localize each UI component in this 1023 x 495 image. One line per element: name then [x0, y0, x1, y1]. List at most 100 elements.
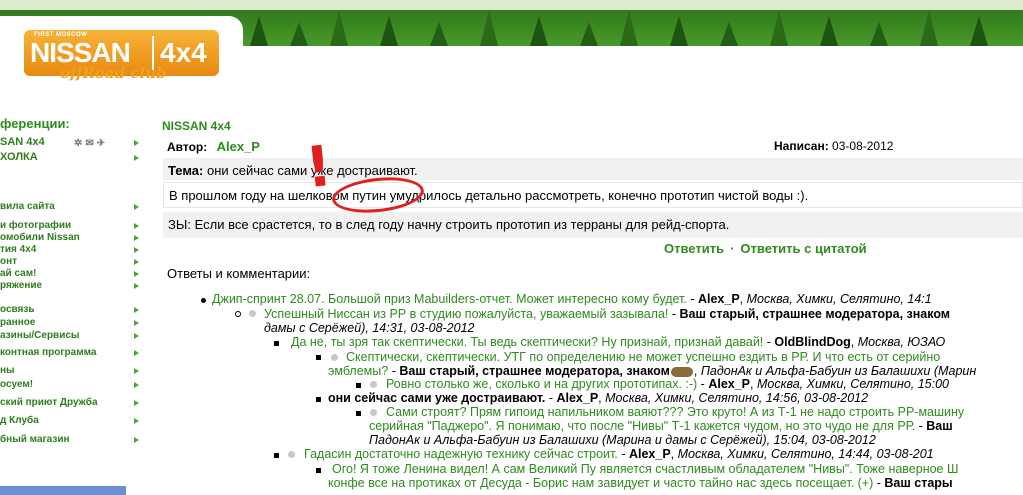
- bullet-square-icon: [316, 355, 321, 360]
- comment-meta-line: дамы с Серёжей), 14:31, 03-08-2012: [264, 321, 475, 336]
- header-sky: [0, 0, 1023, 10]
- tree-decoration: [870, 22, 888, 46]
- sidebar-item[interactable]: ны: [0, 365, 15, 376]
- reply-link[interactable]: Ответить: [664, 241, 724, 256]
- tree-decoration: [970, 16, 988, 46]
- post-date-row: Написан: 03-08-2012: [774, 139, 893, 153]
- tree-decoration: [380, 16, 398, 46]
- comment-meta: Москва, ЮЗАО: [857, 335, 946, 349]
- date-label: Написан:: [774, 139, 829, 153]
- tree-decoration: [620, 10, 638, 46]
- sidebar-item[interactable]: ранное: [0, 317, 35, 328]
- chevron-right-icon: [134, 350, 139, 356]
- comment-meta: ПадонАк и Альфа-Бабуин из Балашихи (Мари…: [700, 364, 977, 378]
- tree-decoration: [720, 22, 738, 46]
- comment-meta: Москва, Химки, Селятино, 14:44, 03-08-20…: [677, 447, 934, 461]
- tree-decoration: [820, 16, 838, 46]
- sidebar-title: ференции:: [0, 116, 70, 131]
- sidebar-item[interactable]: тия 4x4: [0, 244, 36, 255]
- read-status-icon: [249, 310, 256, 317]
- comment-author[interactable]: Ваш старый, страшнее модератора, знаком: [399, 364, 670, 378]
- comment-link[interactable]: Да не, ты зря так скептически. Ты ведь с…: [291, 335, 763, 349]
- comment-item-continued: конфе все на протиках от Десуда - Борис …: [328, 476, 953, 490]
- bullet-square-icon: [316, 397, 321, 402]
- reply-links: Ответить · Ответить с цитатой: [664, 241, 867, 256]
- forum-section-title[interactable]: NISSAN 4x4: [162, 119, 231, 133]
- tree-decoration: [920, 10, 938, 46]
- logo-model: 4x4: [160, 37, 207, 68]
- tree-decoration: [290, 22, 308, 46]
- comment-item: Ровно столько же, сколько и на других пр…: [386, 377, 950, 391]
- comment-meta: Москва, Химки, Селятино, 14:56, 03-08-20…: [605, 391, 869, 405]
- chevron-right-icon: [134, 382, 139, 388]
- sidebar-item[interactable]: онт: [0, 256, 17, 267]
- sidebar-forum-barakholka[interactable]: ХОЛКА: [0, 151, 38, 163]
- sidebar-item[interactable]: вила сайта: [0, 201, 55, 212]
- bullet-square-icon: [274, 341, 279, 346]
- sidebar-item[interactable]: азины/Сервисы: [0, 330, 79, 341]
- sidebar-item[interactable]: ский приют Дружба: [0, 397, 98, 408]
- sidebar-item[interactable]: омобили Nissan: [0, 232, 80, 243]
- comment-item: Гадасин достаточно надежную технику сейч…: [304, 447, 934, 461]
- comment-link[interactable]: эмблемы?: [328, 364, 388, 378]
- comment-link[interactable]: серийная "Паджеро". Я понимаю, что после…: [369, 419, 915, 433]
- bullet-circle-icon: [235, 311, 241, 317]
- author-link[interactable]: Alex_P: [217, 139, 260, 154]
- sidebar-banner[interactable]: [0, 486, 126, 495]
- tree-decoration: [530, 16, 548, 46]
- comment-link[interactable]: Ого! Я тоже Ленина видел! А сам Великий …: [332, 462, 958, 476]
- chevron-right-icon: [134, 307, 139, 313]
- smiley-icon: [670, 366, 693, 377]
- comment-author[interactable]: Ваш старый, страшнее модератора, знаком: [680, 307, 951, 321]
- bullet-square-icon: [356, 411, 361, 416]
- comment-link[interactable]: Ровно столько же, сколько и на других пр…: [386, 377, 697, 391]
- sidebar-item[interactable]: освязь: [0, 304, 35, 315]
- bullet-square-icon: [316, 468, 321, 473]
- chevron-right-icon: [134, 140, 139, 146]
- comment-author[interactable]: Ваш: [926, 419, 952, 433]
- sidebar-forum-nissan[interactable]: SAN 4x4: [0, 136, 45, 148]
- exclamation-annotation-icon: !: [302, 133, 335, 202]
- comments-title: Ответы и комментарии:: [167, 266, 311, 281]
- forum-icons[interactable]: ✲✉✈: [74, 138, 108, 149]
- sidebar-item[interactable]: и фотографии: [0, 220, 71, 231]
- comment-author[interactable]: OldBlindDog: [774, 335, 850, 349]
- sidebar-item[interactable]: ряжение: [0, 280, 42, 291]
- sidebar-item[interactable]: бный магазин: [0, 434, 70, 445]
- comment-author[interactable]: Ваш стары: [884, 476, 952, 490]
- comment-meta: Москва, Химки, Селятино, 14:1: [746, 292, 932, 306]
- sidebar-item[interactable]: ай сам!: [0, 268, 36, 279]
- chevron-right-icon: [134, 418, 139, 424]
- reply-quote-link[interactable]: Ответить с цитатой: [740, 241, 866, 256]
- comment-link[interactable]: конфе все на протиках от Десуда - Борис …: [328, 476, 873, 490]
- comment-item: Джип-спринт 28.07. Большой приз Mabuilde…: [212, 292, 932, 306]
- comment-author[interactable]: Alex_P: [556, 391, 598, 405]
- comment-author[interactable]: Alex_P: [629, 447, 671, 461]
- tree-decoration: [770, 10, 788, 46]
- comment-link[interactable]: Джип-спринт 28.07. Большой приз Mabuilde…: [212, 292, 687, 306]
- sidebar-item[interactable]: контная программа: [0, 347, 96, 358]
- chevron-right-icon: [134, 155, 139, 161]
- comment-author[interactable]: Alex_P: [708, 377, 750, 391]
- sidebar-item[interactable]: д Клуба: [0, 415, 39, 426]
- comment-item: Скептически, скептически. УТГ по определ…: [346, 350, 940, 365]
- post-ps: ЗЫ: Если все срастется, то в след году н…: [163, 212, 1023, 238]
- comment-link[interactable]: Сами строят? Прям гипоид напильником вая…: [386, 405, 964, 419]
- comment-author[interactable]: Alex_P: [698, 292, 740, 306]
- comment-item: они сейчас сами уже достраивают. - Alex_…: [328, 391, 869, 405]
- comment-link[interactable]: Скептически, скептически. УТГ по определ…: [346, 350, 940, 364]
- post-author-row: Автор: Alex_P: [167, 139, 260, 154]
- comment-link[interactable]: Успешный Ниссан из РР в студию пожалуйст…: [264, 307, 668, 321]
- chevron-right-icon: [134, 333, 139, 339]
- author-label: Автор:: [167, 140, 208, 154]
- comment-link[interactable]: Гадасин достаточно надежную технику сейч…: [304, 447, 618, 461]
- logo-card[interactable]: FIRST MOSCOW NISSAN 4x4 offRoad club: [0, 16, 243, 114]
- comment-meta: Москва, Химки, Селятино, 15:00: [756, 377, 950, 391]
- comment-item: Ого! Я тоже Ленина видел! А сам Великий …: [332, 462, 958, 477]
- sidebar-item[interactable]: осуем!: [0, 379, 33, 390]
- link-separator: ·: [730, 241, 735, 256]
- chevron-right-icon: [134, 271, 139, 277]
- logo-subtitle: offRoad club: [60, 64, 167, 82]
- chevron-right-icon: [134, 223, 139, 229]
- tree-decoration: [430, 22, 448, 46]
